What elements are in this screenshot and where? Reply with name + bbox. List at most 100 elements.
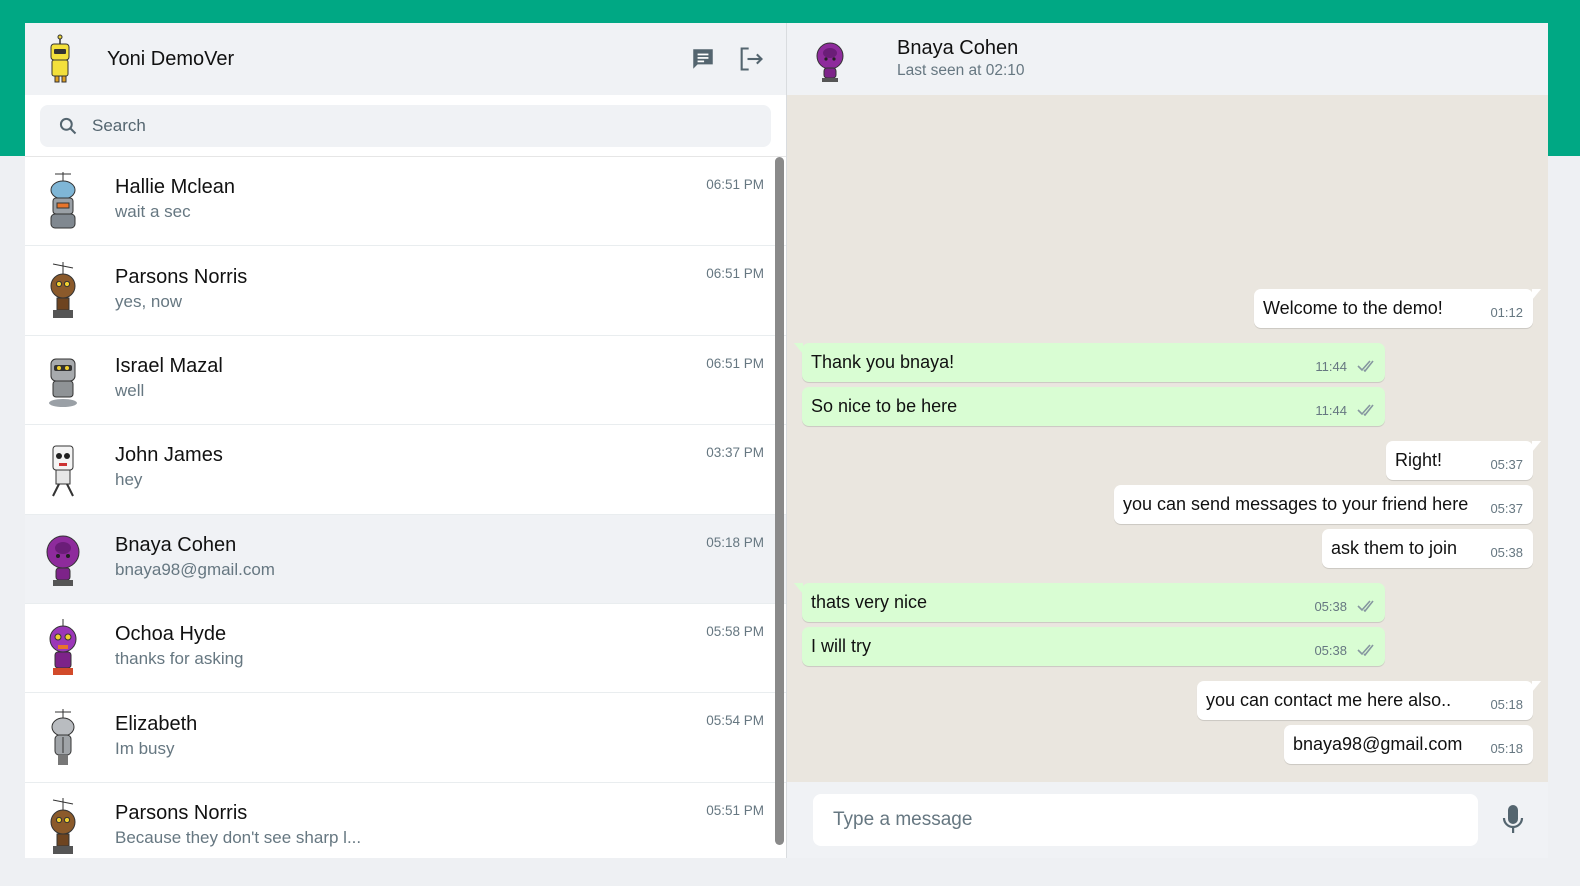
chat-item-text: Hallie Mclean wait a sec bbox=[115, 174, 760, 224]
logout-icon[interactable] bbox=[736, 44, 766, 74]
app-window: Yoni DemoVer Hallie Mclean wait a sec 06:5… bbox=[25, 23, 1548, 858]
bubble-tail bbox=[1532, 681, 1541, 692]
message-text: thats very nice bbox=[811, 592, 928, 612]
chat-item-text: Parsons Norris yes, now bbox=[115, 264, 760, 314]
message-time: 05:18 bbox=[1490, 697, 1523, 712]
bubble-tail bbox=[1532, 289, 1541, 300]
message-time: 05:38 bbox=[1490, 545, 1523, 560]
search-bar bbox=[25, 95, 786, 157]
chat-item-name: Elizabeth bbox=[115, 712, 198, 735]
chat-item-time: 06:51 PM bbox=[706, 177, 764, 192]
bubble-tail bbox=[1532, 441, 1541, 452]
peer-avatar-icon[interactable] bbox=[813, 40, 847, 84]
message-time: 05:38 bbox=[1314, 643, 1347, 658]
contact-avatar-icon bbox=[52, 445, 74, 497]
chat-item-last-message: Because they don't see sharp l... bbox=[115, 827, 362, 847]
chat-list-item[interactable]: Parsons Norris Because they don't see sha… bbox=[25, 783, 786, 858]
chat-list-item[interactable]: Ochoa Hyde thanks for asking 05:58 PM bbox=[25, 604, 786, 694]
chat-item-name: Parsons Norris bbox=[115, 801, 248, 824]
read-receipt-icon bbox=[1357, 599, 1374, 612]
chat-item-last-message: bnaya98@gmail.com bbox=[115, 559, 275, 579]
incoming-message[interactable]: thats very nice 05:38 bbox=[794, 583, 1385, 622]
message-time: 11:44 bbox=[1315, 403, 1347, 418]
contact-avatar-icon bbox=[50, 261, 76, 318]
incoming-message[interactable]: So nice to be here 11:44 bbox=[802, 387, 1385, 426]
chat-item-time: 06:51 PM bbox=[706, 266, 764, 282]
search-input[interactable] bbox=[92, 115, 692, 136]
outgoing-message[interactable]: Welcome to the demo! 01:12 bbox=[1254, 289, 1541, 328]
chat-list-scrollbar[interactable] bbox=[775, 157, 784, 845]
chat-list-item[interactable]: John James hey 03:37 PM bbox=[25, 425, 786, 515]
message-text: Thank you bnaya! bbox=[811, 352, 955, 372]
read-receipt-icon bbox=[1357, 403, 1374, 416]
chat-item-name: Bnaya Cohen bbox=[115, 533, 237, 556]
message-text: you can send messages to your friend her… bbox=[1123, 494, 1469, 514]
message-time: 05:38 bbox=[1314, 599, 1347, 614]
conversation-pane: Bnaya Cohen Last seen at 02:10 Welcome t… bbox=[787, 23, 1548, 858]
chat-item-last-message: Im busy bbox=[115, 738, 175, 758]
search-icon bbox=[59, 117, 77, 134]
peer-name: Bnaya Cohen bbox=[897, 37, 1019, 59]
chat-list-item[interactable]: Parsons Norris yes, now 06:51 PM bbox=[25, 246, 786, 336]
bubble-tail bbox=[794, 343, 803, 354]
outgoing-message[interactable]: you can contact me here also.. 05:18 bbox=[1197, 681, 1541, 720]
message-time: 05:18 bbox=[1490, 741, 1523, 756]
outgoing-message[interactable]: bnaya98@gmail.com 05:18 bbox=[1284, 725, 1533, 764]
message-text: ask them to join bbox=[1331, 538, 1458, 558]
sidebar: Yoni DemoVer Hallie Mclean wait a sec 06:5… bbox=[25, 23, 787, 858]
outgoing-message[interactable]: ask them to join 05:38 bbox=[1322, 529, 1533, 568]
chat-item-last-message: hey bbox=[115, 470, 143, 490]
peer-last-seen: Last seen at 02:10 bbox=[897, 62, 1025, 79]
chat-item-time: 06:51 PM bbox=[706, 355, 764, 371]
message-area[interactable]: Welcome to the demo! 01:12 Thank you bnaya… bbox=[787, 95, 1548, 782]
chat-list-item[interactable]: Israel Mazal well 06:51 PM bbox=[25, 336, 786, 426]
contact-avatar-icon bbox=[49, 358, 77, 407]
new-chat-icon[interactable] bbox=[688, 44, 718, 74]
chat-item-last-message: thanks for asking bbox=[115, 649, 244, 669]
chat-item-time: 05:54 PM bbox=[706, 713, 764, 729]
chat-item-time: 05:51 PM bbox=[706, 802, 764, 818]
message-time: 01:12 bbox=[1490, 305, 1523, 320]
incoming-message[interactable]: Thank you bnaya! 11:44 bbox=[794, 343, 1385, 382]
composer bbox=[787, 782, 1548, 858]
chat-list-item[interactable]: Bnaya Cohen bnaya98@gmail.com 05:18 PM bbox=[25, 514, 786, 604]
chat-item-last-message: yes, now bbox=[115, 291, 183, 311]
message-text: bnaya98@gmail.com bbox=[1293, 734, 1463, 754]
conversation-header[interactable]: Bnaya Cohen Last seen at 02:10 bbox=[787, 23, 1548, 95]
bubble-tail bbox=[794, 583, 803, 594]
chat-item-text: Israel Mazal well bbox=[115, 353, 760, 403]
contact-avatar-icon bbox=[49, 619, 77, 676]
chat-item-name: Hallie Mclean bbox=[115, 176, 236, 199]
message-text: Welcome to the demo! bbox=[1263, 298, 1443, 318]
chat-item-text: Ochoa Hyde thanks for asking bbox=[115, 621, 760, 671]
contact-avatar-icon bbox=[51, 708, 75, 765]
chat-item-text: Parsons Norris Because they don't see sha… bbox=[115, 800, 760, 850]
message-time: 11:44 bbox=[1315, 359, 1347, 374]
sidebar-header: Yoni DemoVer bbox=[25, 23, 786, 95]
chat-item-time: 05:18 PM bbox=[706, 534, 764, 550]
read-receipt-icon bbox=[1357, 359, 1374, 372]
chat-list[interactable]: Hallie Mclean wait a sec 06:51 PM Parsons N… bbox=[25, 157, 786, 858]
incoming-message[interactable]: I will try 05:38 bbox=[802, 627, 1385, 666]
chat-item-text: Elizabeth Im busy bbox=[115, 711, 760, 761]
search-box[interactable] bbox=[40, 104, 771, 147]
chat-list-item[interactable]: Hallie Mclean wait a sec 06:51 PM bbox=[25, 157, 786, 247]
user-avatar-icon[interactable] bbox=[43, 34, 77, 84]
message-input[interactable] bbox=[813, 794, 1478, 846]
chat-list-item[interactable]: Elizabeth Im busy 05:54 PM bbox=[25, 693, 786, 783]
outgoing-message[interactable]: you can send messages to your friend her… bbox=[1114, 485, 1533, 524]
chat-item-name: Ochoa Hyde bbox=[115, 623, 227, 646]
chat-item-name: John James bbox=[115, 444, 223, 467]
message-text: you can contact me here also.. bbox=[1206, 690, 1452, 710]
contact-avatar-icon bbox=[46, 535, 80, 586]
chat-item-last-message: well bbox=[115, 380, 145, 400]
chat-item-text: Bnaya Cohen bnaya98@gmail.com bbox=[115, 532, 760, 582]
microphone-icon[interactable] bbox=[1498, 800, 1528, 840]
message-text: So nice to be here bbox=[811, 396, 958, 416]
chat-item-last-message: wait a sec bbox=[115, 202, 191, 222]
read-receipt-icon bbox=[1357, 643, 1374, 656]
chat-item-name: Israel Mazal bbox=[115, 354, 223, 377]
chat-item-name: Parsons Norris bbox=[115, 265, 248, 288]
chat-item-text: John James hey bbox=[115, 442, 760, 492]
outgoing-message[interactable]: Right! 05:37 bbox=[1386, 441, 1541, 480]
